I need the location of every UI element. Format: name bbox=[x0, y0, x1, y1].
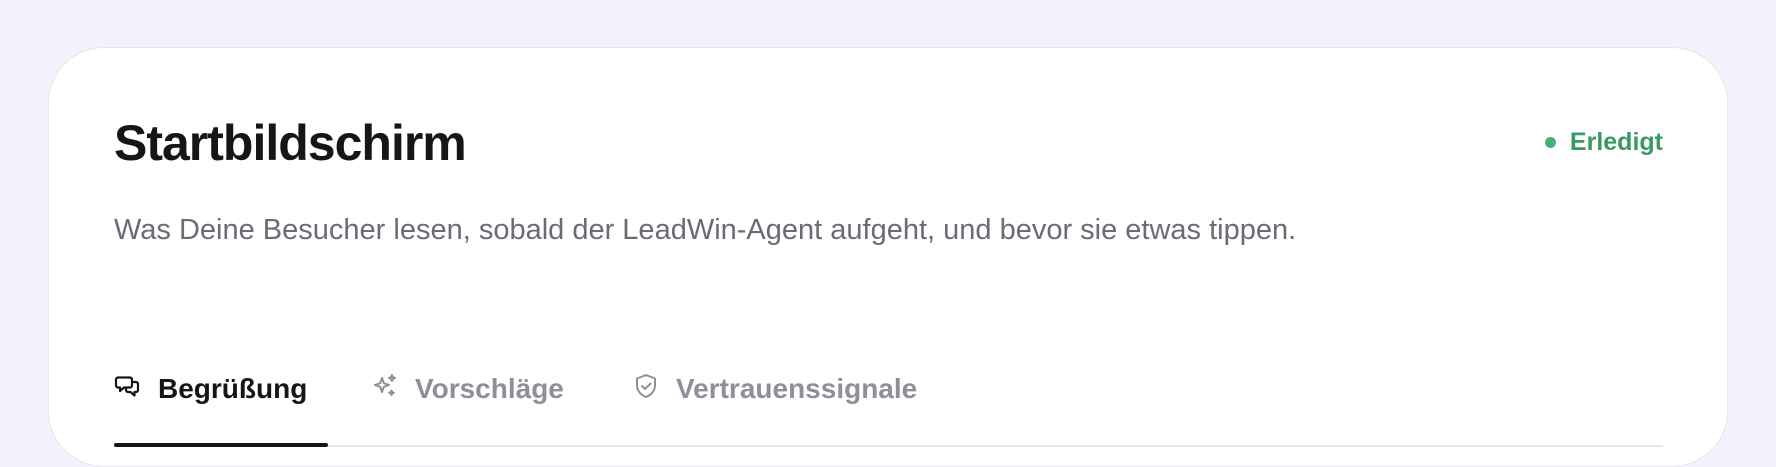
tab-label: Vorschläge bbox=[415, 373, 564, 404]
page-description: Was Deine Besucher lesen, sobald der Lea… bbox=[114, 214, 1297, 246]
tab-label: Begrüßung bbox=[158, 373, 308, 404]
chat-bubbles-icon bbox=[114, 372, 142, 407]
status-badge: Erledigt bbox=[1544, 128, 1663, 157]
tab-bar: Begrüßung Vorschläge Vertrauenssignale bbox=[114, 333, 1663, 447]
tab-vertrauenssignale[interactable]: Vertrauenssignale bbox=[632, 333, 917, 445]
status-dot-icon bbox=[1544, 137, 1556, 148]
page-title: Startbildschirm bbox=[114, 115, 467, 171]
shield-check-icon bbox=[632, 372, 660, 407]
sparkles-icon bbox=[371, 372, 399, 407]
settings-card: Startbildschirm Erledigt Was Deine Besuc… bbox=[48, 47, 1728, 467]
status-label: Erledigt bbox=[1569, 128, 1663, 156]
tab-label: Vertrauenssignale bbox=[676, 373, 918, 404]
tab-begruessung[interactable]: Begrüßung bbox=[114, 333, 328, 447]
tab-vorschlaege[interactable]: Vorschläge bbox=[371, 333, 564, 445]
